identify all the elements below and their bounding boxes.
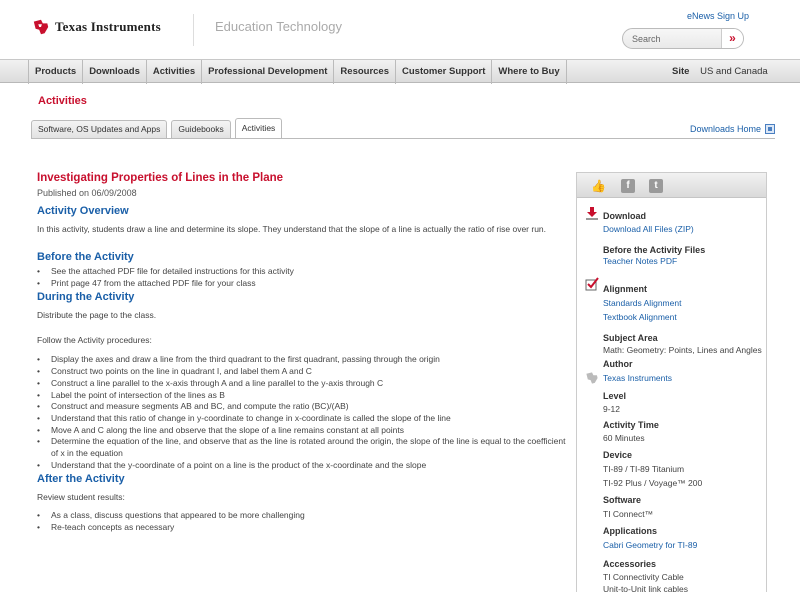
tab-bar: Software, OS Updates and Apps Guidebooks…: [31, 118, 286, 138]
ti-logo-icon: [33, 19, 49, 35]
subject-heading: Subject Area: [603, 333, 658, 343]
downloads-home-label: Downloads Home: [690, 124, 762, 134]
checkbox-icon: [585, 277, 599, 291]
brand-name: Texas Instruments: [55, 19, 161, 34]
page-title: Activities: [38, 95, 87, 107]
author-heading: Author: [603, 359, 633, 369]
search-input[interactable]: [632, 33, 722, 45]
downloads-home-link[interactable]: Downloads Home: [690, 124, 776, 134]
application-link[interactable]: Cabri Geometry for TI-89: [603, 540, 697, 550]
time-value: 60 Minutes: [603, 433, 645, 443]
list-item: Print page 47 from the attached PDF file…: [37, 278, 567, 290]
list-item: Construct a line parallel to the x-axis …: [37, 378, 567, 390]
article-title: Investigating Properties of Lines in the…: [37, 172, 284, 184]
device-value-1: TI-89 / TI-89 Titanium: [603, 464, 685, 474]
nav-customer-support[interactable]: Customer Support: [396, 60, 493, 84]
site-value: US and Canada: [700, 66, 768, 77]
home-icon: [765, 124, 776, 134]
article: Investigating Properties of Lines in the…: [37, 172, 567, 534]
list-item: Label the point of intersection of the l…: [37, 390, 567, 402]
during-heading: During the Activity: [37, 291, 135, 304]
site-selector[interactable]: Site US and Canada: [672, 60, 768, 83]
search-button[interactable]: »: [721, 29, 743, 48]
level-value: 9-12: [603, 404, 621, 414]
applications-heading: Applications: [603, 526, 658, 536]
nav-downloads[interactable]: Downloads: [83, 60, 147, 84]
after-heading: After the Activity: [37, 473, 125, 486]
site-header: Texas Instruments Education Technology e…: [0, 0, 800, 58]
main-nav: Products Downloads Activities Profession…: [0, 59, 800, 84]
list-item: Display the axes and draw a line from th…: [37, 354, 567, 366]
list-item: Understand that this ratio of change in …: [37, 413, 567, 425]
ti-author-icon: [586, 372, 598, 384]
after-list: As a class, discuss questions that appea…: [37, 510, 567, 533]
during-text-1: Distribute the page to the class.: [37, 310, 157, 321]
download-all-link[interactable]: Download All Files (ZIP): [603, 224, 694, 234]
list-item: Understand that the y-coordinate of a po…: [37, 460, 567, 472]
tab-guidebooks[interactable]: Guidebooks: [171, 120, 231, 138]
list-item: As a class, discuss questions that appea…: [37, 510, 567, 522]
download-heading: Download: [603, 211, 646, 221]
level-heading: Level: [603, 391, 627, 401]
software-value: TI Connect™: [603, 509, 654, 519]
nav-professional-development[interactable]: Professional Development: [202, 60, 335, 84]
during-text-2: Follow the Activity procedures:: [37, 335, 152, 346]
accessories-heading: Accessories: [603, 559, 657, 569]
after-text: Review student results:: [37, 492, 125, 503]
tab-software[interactable]: Software, OS Updates and Apps: [31, 120, 168, 138]
textbook-alignment-link[interactable]: Textbook Alignment: [603, 312, 677, 322]
published-date: Published on 06/09/2008: [37, 188, 137, 198]
site-label: Site: [672, 66, 690, 77]
time-heading: Activity Time: [603, 420, 659, 430]
alignment-heading: Alignment: [603, 284, 647, 294]
header-divider: [193, 14, 194, 46]
share-bar: 👍 f t: [577, 173, 766, 198]
subject-value: Math: Geometry: Points, Lines and Angles: [603, 345, 762, 355]
device-value-2: TI-92 Plus / Voyage™ 200: [603, 478, 703, 488]
list-item: Construct two points on the line in quad…: [37, 366, 567, 378]
section-title: Education Technology: [215, 19, 342, 34]
activity-sidebar: 👍 f t Download Download All Files (ZIP) …: [576, 172, 767, 592]
before-list: See the attached PDF file for detailed i…: [37, 266, 567, 289]
tab-activities[interactable]: Activities: [234, 118, 283, 138]
ti-logo[interactable]: Texas Instruments: [32, 18, 161, 36]
author-link[interactable]: Texas Instruments: [603, 373, 672, 383]
list-item: Construct and measure segments AB and BC…: [37, 401, 567, 413]
teacher-notes-link[interactable]: Teacher Notes PDF: [603, 256, 677, 266]
thumbs-up-icon[interactable]: 👍: [591, 179, 606, 193]
accessory-value-1: TI Connectivity Cable: [603, 572, 684, 582]
accessory-value-2: Unit-to-Unit link cables: [603, 584, 689, 592]
list-item: Re-teach concepts as necessary: [37, 522, 567, 534]
list-item: Move A and C along the line and observe …: [37, 425, 567, 437]
before-files-heading: Before the Activity Files: [603, 245, 706, 255]
device-heading: Device: [603, 450, 633, 460]
facebook-icon[interactable]: f: [621, 179, 635, 193]
nav-activities[interactable]: Activities: [147, 60, 203, 84]
before-heading: Before the Activity: [37, 251, 134, 263]
tab-divider: [31, 138, 775, 139]
standards-alignment-link[interactable]: Standards Alignment: [603, 298, 681, 308]
overview-heading: Activity Overview: [37, 205, 129, 217]
download-icon: [586, 207, 598, 220]
search-box: »: [622, 28, 744, 49]
nav-products[interactable]: Products: [28, 60, 84, 84]
software-heading: Software: [603, 495, 642, 505]
enews-signup-link[interactable]: eNews Sign Up: [687, 11, 749, 21]
nav-where-to-buy[interactable]: Where to Buy: [492, 60, 567, 84]
overview-text: In this activity, students draw a line a…: [37, 224, 547, 234]
nav-resources[interactable]: Resources: [334, 60, 397, 84]
during-list: Display the axes and draw a line from th…: [37, 354, 567, 471]
list-item: See the attached PDF file for detailed i…: [37, 266, 567, 278]
twitter-icon[interactable]: t: [649, 179, 663, 193]
list-item: Determine the equation of the line, and …: [37, 436, 567, 459]
